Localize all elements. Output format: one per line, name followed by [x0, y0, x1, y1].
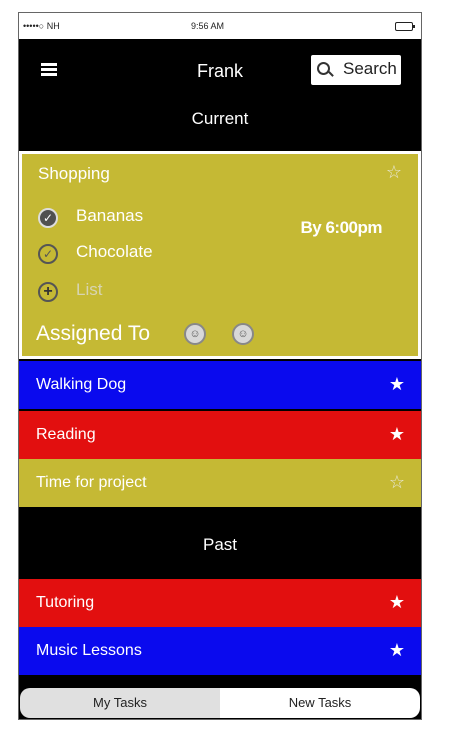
checklist-item-label: Chocolate: [76, 242, 153, 261]
battery-icon: [395, 22, 415, 31]
carrier-text: •••••○ NH: [23, 21, 60, 31]
task-row-reading[interactable]: Reading ★: [19, 411, 421, 459]
tab-my-tasks[interactable]: My Tasks: [20, 688, 220, 718]
task-label: Music Lessons: [36, 642, 142, 659]
checklist-item-label: Bananas: [76, 206, 144, 225]
task-label: Reading: [36, 426, 96, 443]
plus-icon[interactable]: +: [38, 282, 58, 302]
checked-icon[interactable]: ✓: [38, 244, 58, 264]
add-list-item-placeholder: List: [76, 280, 103, 299]
star-icon[interactable]: ☆: [389, 472, 405, 493]
search-icon: [317, 62, 330, 75]
status-bar: •••••○ NH 9:56 AM: [19, 13, 421, 41]
assigned-to-label: Assigned To: [36, 322, 151, 345]
checked-icon[interactable]: ✓: [38, 208, 58, 228]
task-title: Shopping: [38, 164, 110, 183]
avatar[interactable]: ☺: [232, 323, 254, 345]
star-icon[interactable]: ☆: [386, 162, 402, 183]
section-title-current: Current: [191, 109, 249, 128]
task-card-shopping[interactable]: Shopping ☆ ✓ Bananas ✓ Chocolate + List …: [19, 151, 421, 359]
task-row-time-for-project[interactable]: Time for project ☆: [19, 459, 421, 507]
task-row-tutoring[interactable]: Tutoring ★: [19, 579, 421, 627]
search-button[interactable]: Search: [311, 55, 401, 85]
task-label: Tutoring: [36, 594, 95, 611]
star-icon[interactable]: ★: [389, 592, 405, 613]
phone-frame: •••••○ NH 9:56 AM Frank Search Current S…: [18, 12, 422, 720]
task-label: Walking Dog: [36, 376, 127, 393]
avatar[interactable]: ☺: [184, 323, 206, 345]
task-row-music-lessons[interactable]: Music Lessons ★: [19, 627, 421, 675]
app-header: Frank Search: [19, 41, 421, 99]
search-label: Search: [343, 59, 397, 78]
section-title-past: Past: [202, 535, 238, 554]
star-icon[interactable]: ★: [389, 424, 405, 445]
task-row-walking-dog[interactable]: Walking Dog ★: [19, 361, 421, 409]
task-deadline: By 6:00pm: [300, 218, 383, 237]
clock-text: 9:56 AM: [191, 21, 225, 31]
tab-new-tasks[interactable]: New Tasks: [220, 688, 420, 718]
task-label: Time for project: [36, 474, 147, 491]
tab-bar: My Tasks New Tasks: [19, 687, 421, 719]
star-icon[interactable]: ★: [389, 640, 405, 661]
star-icon[interactable]: ★: [389, 374, 405, 395]
